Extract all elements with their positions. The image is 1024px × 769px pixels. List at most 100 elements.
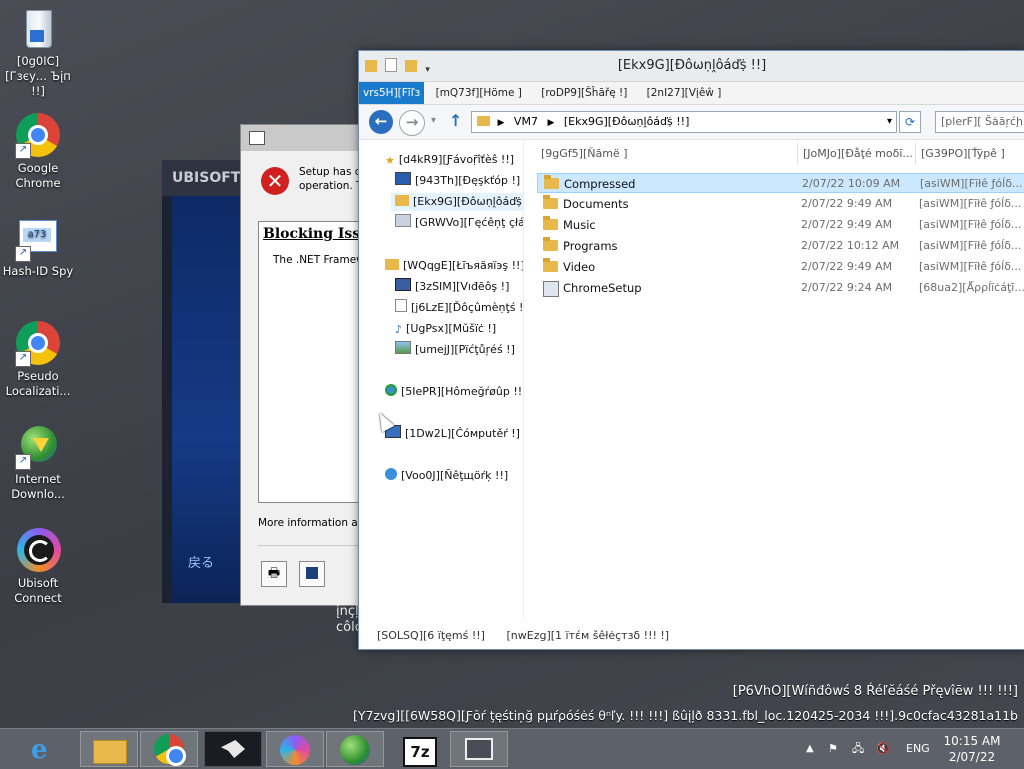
folder-icon [543, 258, 558, 272]
internet-download-manager-icon [340, 735, 370, 765]
tree-label: [j6LzE][Ďôçûmèṇţś ! [411, 301, 524, 314]
file-explorer-icon [93, 740, 127, 764]
save-button[interactable] [299, 561, 325, 587]
save-icon [306, 567, 318, 579]
internet-download-manager-icon: ↗ [15, 424, 61, 470]
file-row[interactable]: Programs 2/07/22 10:12 AM [asiWM][Fīłê ƒ… [537, 236, 1024, 256]
music-icon: ♪ [395, 323, 403, 336]
clock[interactable]: 10:15 AM 2/07/22 [940, 733, 1004, 765]
tree-item-computer[interactable]: [1Dw2L][Ĉóмputěŕ !] [385, 425, 520, 443]
address-bar[interactable]: ▶ VM7 ▶ [Ekx9G][Ðôωṇḽôáďṩ !!] ▾ [471, 111, 897, 133]
breadcrumb-root[interactable]: VM7 [514, 115, 538, 128]
volume-muted-icon[interactable]: 🔇 [876, 729, 890, 769]
file-name: Video [563, 260, 596, 274]
show-hidden-icons-button[interactable]: ▲ [806, 729, 814, 769]
taskbar-ubisoft[interactable] [266, 731, 324, 767]
up-button[interactable]: ↑ [449, 111, 462, 130]
refresh-button[interactable]: ⟳ [899, 111, 921, 133]
shortcut-arrow-icon: ↗ [15, 246, 31, 262]
action-center-flag-icon[interactable]: ⚑ [828, 729, 838, 769]
network-tray-icon[interactable]: 🖧 [852, 729, 864, 769]
language-indicator[interactable]: ENG [906, 729, 930, 769]
taskbar-app-wolf[interactable] [204, 731, 262, 767]
file-row[interactable]: Music 2/07/22 9:49 AM [asiWM][Fīłê ƒóĺδ.… [537, 215, 1024, 235]
tree-item-pictures[interactable]: [umejJ][Ρïćţůŗéś !] [395, 341, 515, 359]
column-header-date[interactable]: [JoMJo][Ðåţé moδī... [803, 147, 913, 160]
tree-item-homegroup[interactable]: [5IePR][Hômeğŕøûp !!] [385, 383, 523, 401]
folder-icon [477, 116, 490, 126]
file-row[interactable]: ChromeSetup 2/07/22 9:24 AM [68ua2][Ǻρρĺ… [537, 278, 1024, 298]
print-button[interactable]: 🖶 [261, 561, 287, 587]
breadcrumb-current[interactable]: [Ekx9G][Ðôωṇḽôáďṩ !!] [564, 115, 690, 128]
explorer-titlebar[interactable]: ▾ [Ekx9G][Ðôωṇḽôáďṩ !!] [359, 51, 1024, 82]
clock-time: 10:15 AM [943, 734, 1001, 748]
file-row[interactable]: Documents 2/07/22 9:49 AM [asiWM][Fīłê ƒ… [537, 194, 1024, 214]
setup-dialog: ✕ Setup has d operation. T Blocking Issu… [240, 124, 372, 606]
taskbar-internet-explorer[interactable]: e [16, 731, 74, 767]
tree-item-network[interactable]: [Voo0J][Ñêţщöŕķ !!] [385, 467, 508, 485]
desktop-icon-label: [0g0IC][Гзєу... Ъįп !!] [5, 54, 71, 98]
tree-item-libraries[interactable]: [WQqgE][Łīъяäяïэş !!] [385, 257, 524, 275]
desktop-icon-internet-download-manager[interactable]: ↗ Internet Downlo... [0, 424, 76, 502]
tab-file[interactable]: vrs5H][Fīľз [359, 82, 425, 104]
desktop-icon-label: Google Chrome [15, 161, 61, 190]
file-date: 2/07/22 9:49 AM [801, 197, 893, 210]
documents-icon [395, 299, 407, 312]
recent-locations-icon[interactable]: ▾ [431, 115, 436, 126]
navigation-pane: ★ [d4kR9][Ƒávoṝîťèŝ !!] [943Th][Ðęşkťóp !… [359, 139, 524, 619]
taskbar-internet-download-manager[interactable] [326, 731, 384, 767]
window-title: [Ekx9G][Ðôωṇḽôáďṩ !!] [617, 58, 767, 73]
hash-id-icon: a73 ↗ [15, 216, 61, 262]
taskbar-chrome[interactable] [140, 731, 198, 767]
tab-share[interactable]: [roDP9][Šĥāřę !] [533, 82, 635, 104]
setup-message-line1: Setup has d [299, 166, 362, 178]
tree-item-desktop[interactable]: [943Th][Ðęşkťóp !] [395, 172, 520, 190]
chevron-right-icon: ▶ [497, 118, 505, 128]
desktop-icon-recycle-bin[interactable]: [0g0IC][Гзєу... Ъįп !!] [0, 6, 76, 99]
file-row[interactable]: Video 2/07/22 9:49 AM [asiWM][Fīłê ƒóĺδ.… [537, 257, 1024, 277]
setup-window-icon [249, 131, 265, 145]
videos-icon [395, 278, 411, 291]
tree-item-downloads[interactable]: [Ekx9G][Ðôωṇḽôáďṩ [391, 193, 523, 211]
tree-item-music[interactable]: ♪ [UgPsx][Mŭšïċ !] [395, 320, 496, 338]
taskbar-remote-desktop[interactable] [450, 731, 508, 767]
tree-item-videos[interactable]: [3zSIM][Vıđēôş !] [395, 278, 509, 296]
tree-item-recent[interactable]: [GRWVo][Гęćêņţ ҫłá [395, 214, 523, 232]
taskbar-7zip[interactable]: 7z [390, 731, 448, 767]
file-name: Compressed [564, 177, 636, 191]
desktop-icon-pseudo-localization[interactable]: ↗ Pseudo Localizati... [0, 320, 76, 399]
recycle-bin-icon [15, 6, 61, 52]
desktop-icon-google-chrome[interactable]: ↗ Google Chrome [0, 112, 76, 191]
tab-view[interactable]: [2nI27][Vįêŵ ] [639, 82, 730, 104]
desktop-icon-hash-id-spy[interactable]: a73 ↗ Hash-ID Spy [0, 216, 76, 279]
taskbar-file-explorer[interactable] [80, 731, 138, 767]
back-button[interactable]: ← [369, 110, 393, 134]
downloads-folder-icon [395, 195, 409, 206]
file-date: 2/07/22 9:24 AM [801, 281, 893, 294]
status-selected-count: [nwEzg][1 ïтέм šêłėçтзδ !!! !] [506, 629, 670, 642]
search-input[interactable]: [plerF][ Šȧāŗćḩ [935, 111, 1024, 133]
file-name: ChromeSetup [563, 281, 642, 295]
folder-icon [544, 175, 559, 189]
forward-button[interactable]: → [399, 110, 425, 136]
more-information-link[interactable]: More information abo [258, 517, 371, 529]
back-link[interactable]: 戻る [188, 552, 214, 571]
tab-home[interactable]: [mQ73f][Ηöme ] [428, 82, 530, 104]
tree-label: [WQqgE][Łīъяäяïэş !!] [403, 259, 524, 272]
build-watermark-line2: [Y7zvg][[6W58Q][Ƒōŕ ţęśtiņğ pµŕρóśėś θⁿľ… [352, 708, 1018, 723]
column-header-name[interactable]: [9gGf5][Ňāmë ] [541, 147, 628, 160]
network-icon [385, 468, 397, 480]
tree-item-documents[interactable]: [j6LzE][Ďôçûmèṇţś ! [395, 299, 523, 317]
folder-icon [543, 237, 558, 251]
navigation-bar: ← → ▾ ↑ ▶ VM7 ▶ [Ekx9G][Ðôωṇḽôáďṩ !!] ▾ … [359, 105, 1024, 140]
internet-explorer-icon: e [31, 735, 48, 765]
desktop-icon-ubisoft-connect[interactable]: Ubisoft Connect [0, 528, 76, 606]
file-row[interactable]: Compressed 2/07/22 10:09 AM [asiWM][Fīłê… [537, 173, 1024, 193]
folder-icon [543, 195, 558, 209]
address-dropdown-icon[interactable]: ▾ [887, 112, 892, 132]
tree-item-favorites[interactable]: ★ [d4kR9][Ƒávoṝîťèŝ !!] [385, 151, 514, 169]
libraries-icon [385, 259, 399, 270]
pictures-icon [395, 341, 411, 354]
column-header-type[interactable]: [G39PO][Ťÿpê ] [921, 147, 1005, 160]
blocking-issue-text: The .NET Framew [273, 254, 365, 266]
